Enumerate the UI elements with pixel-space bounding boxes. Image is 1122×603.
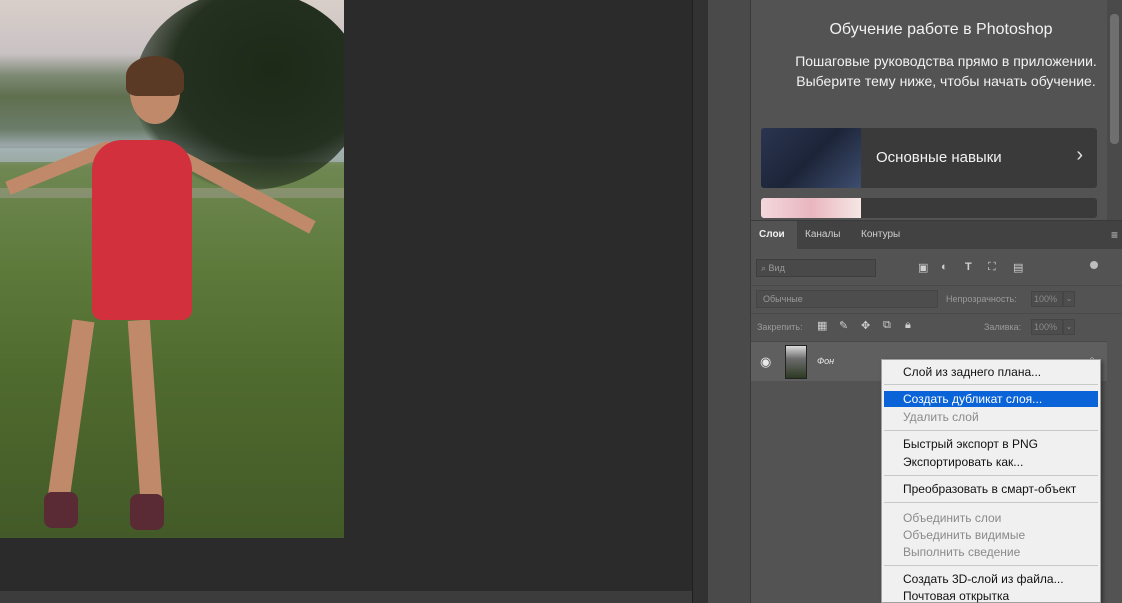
filter-adjustment-icon[interactable]: ◐ <box>941 261 948 273</box>
learn-panel-scrollbar[interactable] <box>1107 0 1122 220</box>
fill-label: Заливка: <box>984 322 1022 332</box>
blend-mode-select[interactable]: Обычные <box>756 290 938 308</box>
panel-divider[interactable] <box>692 0 708 603</box>
menu-item-postcard[interactable]: Почтовая открытка <box>884 588 1098 603</box>
photo-shoe-left <box>44 492 78 528</box>
photo-leg-left <box>47 319 95 501</box>
layer-thumbnail <box>785 345 807 379</box>
menu-item-quick-export-png[interactable]: Быстрый экспорт в PNG <box>884 436 1098 452</box>
menu-item-convert-smart-object[interactable]: Преобразовать в смарт-объект <box>884 481 1098 497</box>
scrollbar-thumb[interactable] <box>1110 14 1119 144</box>
blend-row: Обычные Непрозрачность: 100% ⌄ <box>751 285 1122 309</box>
lock-label: Закрепить: <box>757 322 803 332</box>
menu-item-new-3d-layer[interactable]: Создать 3D-слой из файла... <box>884 571 1098 587</box>
menu-item-export-as[interactable]: Экспортировать как... <box>884 454 1098 470</box>
menu-item-duplicate-layer[interactable]: Создать дубликат слоя... <box>884 391 1098 407</box>
tab-channels[interactable]: Каналы <box>797 221 853 249</box>
learn-description: Пошаговые руководства прямо в приложении… <box>795 53 1097 89</box>
opacity-label: Непрозрачность: <box>946 294 1017 304</box>
menu-separator <box>884 384 1098 385</box>
document-canvas[interactable] <box>0 0 692 591</box>
lock-all-icon[interactable]: 🔒︎ <box>905 319 911 332</box>
layer-filter-select[interactable]: ⌕ Вид <box>756 259 876 277</box>
opacity-input[interactable]: 100% <box>1031 291 1063 307</box>
menu-separator <box>884 475 1098 476</box>
fill-dropdown-icon[interactable]: ⌄ <box>1063 319 1075 335</box>
filter-smart-object-icon[interactable]: ▤ <box>1013 261 1023 274</box>
course-card-label: Основные навыки <box>876 149 1002 166</box>
photo-image <box>0 0 344 538</box>
blend-mode-value: Обычные <box>763 294 803 304</box>
opacity-dropdown-icon[interactable]: ⌄ <box>1063 291 1075 307</box>
fill-input[interactable]: 100% <box>1031 319 1063 335</box>
layer-context-menu: Слой из заднего плана... Создать дублика… <box>881 359 1101 603</box>
learn-panel: Обучение работе в Photoshop Пошаговые ру… <box>751 0 1107 220</box>
course-thumbnail <box>761 198 861 218</box>
menu-item-delete-layer: Удалить слой <box>903 410 979 424</box>
layer-filter-row: ⌕ Вид ▣ ◐ T ⛶ ▤ <box>751 255 1122 281</box>
layer-filter-label: Вид <box>768 263 785 273</box>
course-card-next[interactable] <box>761 198 1097 218</box>
layers-tab-bar: Слои Каналы Контуры ≡ <box>751 221 1122 249</box>
lock-brush-icon[interactable]: ✎ <box>839 319 848 332</box>
course-thumbnail <box>761 128 861 188</box>
panel-menu-icon[interactable]: ≡ <box>1111 228 1118 242</box>
menu-item-flatten-image: Выполнить сведение <box>903 545 1021 559</box>
photo-hair <box>126 56 184 96</box>
lock-artboard-icon[interactable]: ⧉ <box>883 319 891 332</box>
learn-title: Обучение работе в Photoshop <box>829 21 1053 38</box>
course-card-basics[interactable]: Основные навыки › <box>761 128 1097 188</box>
photo-shoe-right <box>130 494 164 530</box>
lock-position-icon[interactable]: ✥ <box>861 319 870 332</box>
panel-icon-strip <box>708 0 751 603</box>
layer-name[interactable]: Фон <box>817 356 834 366</box>
filter-shape-icon[interactable]: ⛶ <box>988 261 996 274</box>
menu-separator <box>884 565 1098 566</box>
chevron-right-icon: › <box>1076 144 1083 166</box>
menu-item-merge-visible: Объединить видимые <box>903 528 1026 542</box>
tab-layers[interactable]: Слои <box>751 221 797 249</box>
lock-transparency-icon[interactable]: ▦ <box>817 319 827 332</box>
photo-leg-right <box>127 319 163 501</box>
search-icon: ⌕ <box>761 263 769 273</box>
tab-paths[interactable]: Контуры <box>853 221 911 249</box>
menu-item-merge-layers: Объединить слои <box>903 511 1002 525</box>
photo-dress <box>92 140 192 320</box>
filter-type-icon[interactable]: T <box>965 261 972 273</box>
filter-toggle[interactable] <box>1090 261 1098 269</box>
filter-pixel-icon[interactable]: ▣ <box>918 261 928 274</box>
photoshop-window: Обучение работе в Photoshop Пошаговые ру… <box>0 0 1122 603</box>
canvas-horizontal-scrollbar[interactable] <box>0 591 692 603</box>
menu-separator <box>884 430 1098 431</box>
lock-row: Закрепить: ▦ ✎ ✥ ⧉ 🔒︎ Заливка: 100% ⌄ <box>751 313 1122 337</box>
eye-icon[interactable]: ◉ <box>760 354 771 370</box>
menu-item-layer-from-background[interactable]: Слой из заднего плана... <box>884 364 1098 380</box>
menu-separator <box>884 502 1098 503</box>
